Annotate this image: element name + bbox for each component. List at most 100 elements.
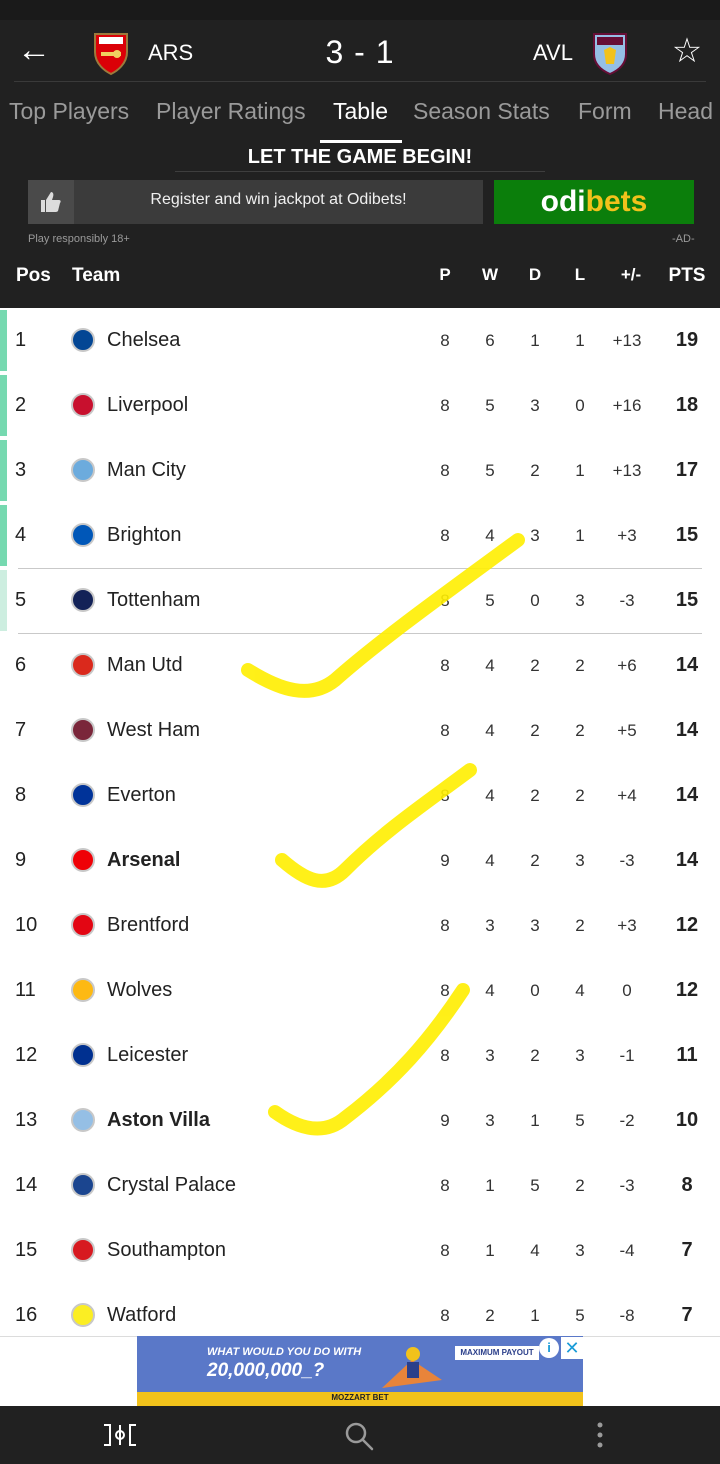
cell-played: 8 — [440, 656, 450, 675]
cell-position: 2 — [15, 394, 27, 416]
tab-form[interactable]: Form — [578, 98, 632, 125]
cell-drawn: 2 — [530, 656, 540, 675]
cell-team-name: Leicester — [107, 1044, 189, 1066]
ad-question: WHAT WOULD YOU DO WITH — [207, 1346, 362, 1358]
ad-close-icon[interactable]: ✕ — [561, 1337, 583, 1359]
cell-lost: 2 — [575, 721, 585, 740]
qualification-marker — [0, 440, 7, 501]
tab-top-players[interactable]: Top Players — [9, 98, 129, 125]
cell-position: 9 — [15, 849, 27, 871]
tab-player-ratings[interactable]: Player Ratings — [156, 98, 306, 125]
cell-won: 4 — [485, 851, 495, 870]
cell-points: 8 — [681, 1174, 693, 1196]
cell-position: 14 — [15, 1174, 38, 1196]
cell-team-name: Brentford — [107, 914, 190, 936]
arsenal-crest-icon — [94, 33, 128, 76]
cell-won: 5 — [485, 396, 495, 415]
tab-head[interactable]: Head — [658, 98, 713, 125]
table-row[interactable]: 15 Southampton 8 1 4 3 -4 7 — [0, 1218, 720, 1283]
table-row[interactable]: 13 Aston Villa 9 3 1 5 -2 10 — [0, 1088, 720, 1153]
cell-team-name: Watford — [107, 1304, 177, 1326]
table-row[interactable]: 3 Man City 8 5 2 1 +13 17 — [0, 438, 720, 503]
nav-more-button[interactable] — [575, 1412, 625, 1458]
table-row[interactable]: 7 West Ham 8 4 2 2 +5 14 — [0, 698, 720, 763]
nav-lineup-button[interactable] — [95, 1412, 145, 1458]
nav-search-button[interactable] — [335, 1412, 385, 1458]
qualification-marker — [0, 375, 7, 436]
ad-label: -AD- — [672, 233, 695, 245]
cell-points: 14 — [675, 654, 699, 676]
odibets-logo[interactable]: odibets — [494, 180, 694, 224]
cell-won: 3 — [485, 1111, 495, 1130]
cell-won: 5 — [485, 591, 495, 610]
cell-position: 8 — [15, 784, 27, 806]
cell-drawn: 3 — [530, 916, 540, 935]
cell-drawn: 3 — [530, 526, 540, 545]
cell-lost: 2 — [575, 656, 585, 675]
cell-goal-difference: +3 — [617, 916, 637, 935]
ad-text[interactable]: Register and win jackpot at Odibets! — [74, 191, 483, 209]
team-crest-icon — [71, 1238, 95, 1262]
team-crest-icon — [71, 653, 95, 677]
team-crest-icon — [71, 978, 95, 1002]
ad-like-button[interactable] — [28, 180, 74, 224]
tab-bar: Top Players Player Ratings Table Season … — [0, 92, 720, 144]
favorite-button[interactable]: ☆ — [664, 28, 710, 74]
cell-position: 15 — [15, 1239, 38, 1261]
cell-won: 4 — [485, 786, 495, 805]
table-row[interactable]: 2 Liverpool 8 5 3 0 +16 18 — [0, 373, 720, 438]
zone-divider — [18, 633, 702, 634]
cell-goal-difference: +5 — [617, 721, 637, 740]
responsible-gambling-note: Play responsibly 18+ — [28, 233, 130, 245]
cell-played: 8 — [440, 591, 450, 610]
team-crest-icon — [71, 783, 95, 807]
table-row[interactable]: 14 Crystal Palace 8 1 5 2 -3 8 — [0, 1153, 720, 1218]
team-crest-icon — [71, 393, 95, 417]
qualification-marker — [0, 310, 7, 371]
cell-goal-difference: -3 — [619, 851, 635, 870]
ad-brand: MOZZART BET — [331, 1393, 389, 1402]
cell-drawn: 0 — [530, 591, 540, 610]
back-button[interactable]: ← — [14, 30, 54, 70]
cell-played: 8 — [440, 331, 450, 350]
cell-points: 12 — [675, 914, 699, 936]
ad-info-icon[interactable]: i — [539, 1338, 559, 1358]
cell-goal-difference: -2 — [619, 1111, 635, 1130]
cell-points: 11 — [676, 1044, 698, 1066]
cell-goal-difference: -4 — [619, 1241, 635, 1260]
table-row[interactable]: 5 Tottenham 8 5 0 3 -3 15 — [0, 568, 720, 633]
match-score: 3 - 1 — [325, 34, 395, 70]
cell-lost: 2 — [575, 916, 585, 935]
table-row[interactable]: 10 Brentford 8 3 3 2 +3 12 — [0, 893, 720, 958]
header-lost: L — [574, 265, 586, 284]
header-drawn: D — [528, 265, 542, 284]
team-crest-icon — [71, 458, 95, 482]
cell-goal-difference: -8 — [619, 1306, 635, 1325]
table-row[interactable]: 6 Man Utd 8 4 2 2 +6 14 — [0, 633, 720, 698]
table-row[interactable]: 12 Leicester 8 3 2 3 -1 11 — [0, 1023, 720, 1088]
cell-lost: 3 — [575, 1241, 585, 1260]
table-row[interactable]: 8 Everton 8 4 2 2 +4 14 — [0, 763, 720, 828]
team-crest-icon — [71, 1108, 95, 1132]
mozzart-ad-banner[interactable]: WHAT WOULD YOU DO WITH 20,000,000_? MAXI… — [137, 1336, 583, 1406]
cell-played: 8 — [440, 916, 450, 935]
cell-team-name: Man Utd — [107, 654, 183, 676]
cell-played: 8 — [440, 396, 450, 415]
status-strip — [0, 0, 720, 20]
tab-season-stats[interactable]: Season Stats — [413, 98, 550, 125]
home-team-abbr: ARS — [148, 40, 194, 65]
tab-table[interactable]: Table — [333, 98, 388, 125]
cell-won: 2 — [485, 1306, 495, 1325]
cell-lost: 3 — [575, 591, 585, 610]
cell-played: 8 — [440, 1176, 450, 1195]
cell-position: 3 — [15, 459, 27, 481]
cell-drawn: 1 — [530, 1306, 540, 1325]
zone-divider — [18, 568, 702, 569]
cell-played: 8 — [440, 526, 450, 545]
cell-won: 1 — [485, 1241, 495, 1260]
cell-position: 13 — [15, 1109, 38, 1131]
table-row[interactable]: 1 Chelsea 8 6 1 1 +13 19 — [0, 308, 720, 373]
table-row[interactable]: 9 Arsenal 9 4 2 3 -3 14 — [0, 828, 720, 893]
table-row[interactable]: 11 Wolves 8 4 0 4 0 12 — [0, 958, 720, 1023]
table-row[interactable]: 4 Brighton 8 4 3 1 +3 15 — [0, 503, 720, 568]
